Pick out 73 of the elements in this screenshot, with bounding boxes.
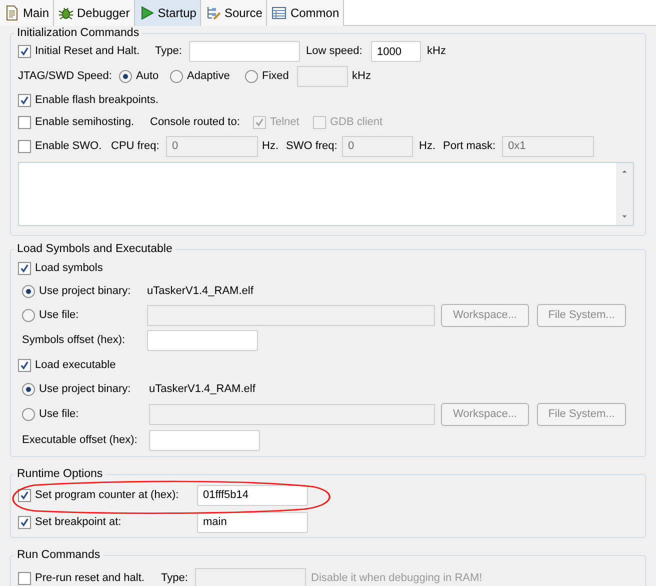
hint-text: Disable it when debugging in RAM! [311,570,482,586]
radio-label: Adaptive [187,68,230,84]
checkbox[interactable] [18,140,31,152]
group-title: Load Symbols and Executable [16,242,174,256]
checkbox-label: GDB client [330,115,383,130]
label: SWO freq: [286,138,338,154]
input-field[interactable] [147,330,258,351]
checkbox[interactable] [18,572,31,584]
tree-icon [205,5,222,21]
label: Port mask: [443,138,497,154]
label: Hz. [419,138,436,154]
label: Type: [155,44,183,60]
label: uTaskerV1.4_RAM.elf [149,382,256,398]
checkbox[interactable] [18,488,31,502]
radio-label: Use project binary: [39,284,131,300]
tab[interactable]: Debugger [54,0,135,26]
radio-label: Use project binary: [39,382,131,398]
checkbox-label: Initial Reset and Halt. [35,44,140,60]
radio-button[interactable] [245,70,258,82]
checkbox-label: Enable semihosting. [35,115,134,130]
label: Hz. [262,138,280,154]
checkbox[interactable] [18,359,31,372]
checkbox-label: Load symbols [35,260,103,276]
checkbox-label: Enable flash breakpoints. [35,92,159,108]
radio-button[interactable] [22,408,35,420]
tab[interactable]: Common [267,0,344,26]
text-area[interactable] [18,162,634,226]
label: kHz [427,44,446,60]
group-title: Runtime Options [16,467,104,481]
play-icon [138,5,155,21]
table-icon [271,5,288,21]
label: Symbols offset (hex): [22,333,126,348]
scrollbar[interactable] [616,163,633,225]
checkbox-label: Load executable [35,358,116,374]
checkbox-label: Set program counter at (hex): [35,488,179,503]
input-field[interactable]: 1000 [371,41,421,62]
checkbox[interactable] [18,116,31,129]
label: Console routed to: [150,115,241,130]
radio-label: Auto [136,68,159,84]
checkbox[interactable] [18,94,31,106]
checkbox-label: Telnet [270,115,300,130]
tab[interactable]: Source [201,0,268,26]
radio-label: Use file: [39,308,79,324]
input-field[interactable] [149,430,260,450]
bug-icon [58,5,74,21]
group-title: Initialization Commands [16,26,140,40]
radio-button[interactable] [22,285,35,298]
checkbox[interactable] [18,516,31,528]
input-field[interactable]: 01fff5b14 [197,484,308,506]
radio-button[interactable] [22,383,35,396]
checkbox[interactable] [18,262,31,274]
label: Executable offset (hex): [22,432,138,448]
radio-label: Fixed [262,68,289,84]
radio-button[interactable] [119,70,132,82]
radio-button[interactable] [22,309,35,322]
label: JTAG/SWD Speed: [18,68,113,84]
tab[interactable]: Startup [134,0,202,26]
checkbox-label: Set breakpoint at: [35,514,122,530]
group-title: Run Commands [16,548,102,562]
input-field[interactable] [189,41,300,62]
label: uTaskerV1.4_RAM.elf [147,284,254,300]
checkbox-label: Pre-run reset and halt. [35,570,144,586]
checkbox[interactable] [18,45,31,58]
label: Low speed: [306,44,364,60]
tab[interactable]: Main [0,0,54,26]
input-field[interactable]: main [197,512,308,532]
label: CPU freq: [111,138,160,154]
label: Type: [161,570,189,586]
radio-label: Use file: [39,406,79,422]
document-icon [4,5,20,21]
checkbox-label: Enable SWO. [35,138,102,154]
radio-button[interactable] [170,70,183,82]
label: kHz [352,68,371,84]
